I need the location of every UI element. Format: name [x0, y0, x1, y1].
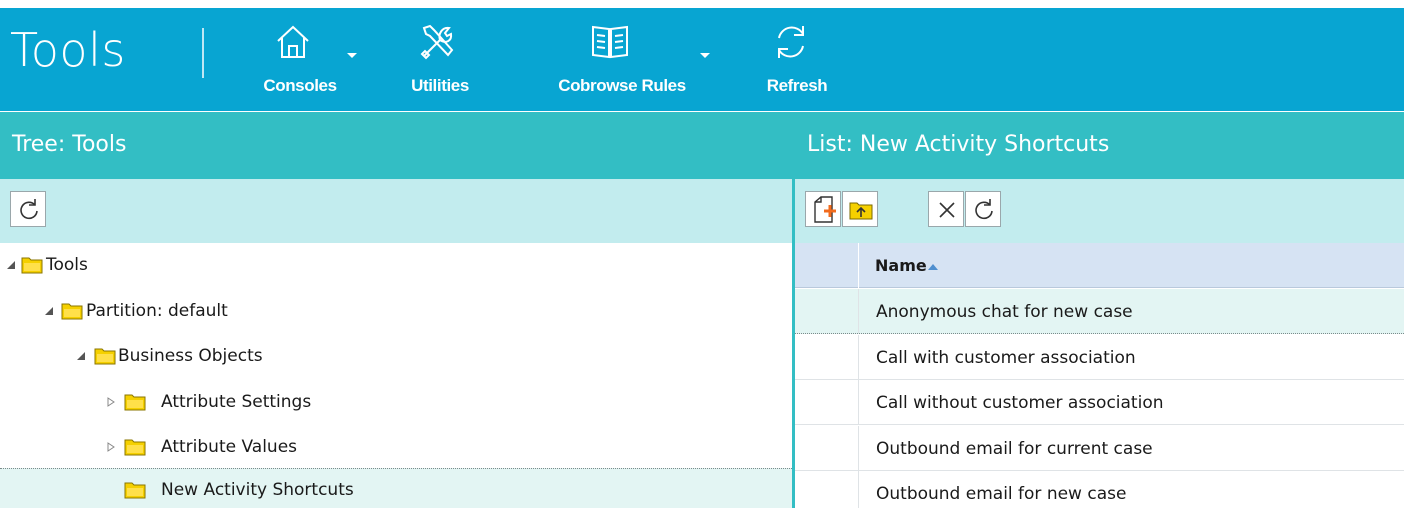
refresh-label: Refresh	[766, 76, 828, 95]
expanded-triangle-icon[interactable]	[44, 306, 54, 316]
list-cell-name: Outbound email for current case	[876, 439, 1153, 459]
tree-node-label: Partition: default	[86, 301, 228, 321]
new-folder-icon	[849, 202, 873, 220]
new-item-button[interactable]	[805, 191, 841, 227]
chevron-down-icon	[700, 53, 710, 58]
tree-node-label: Tools	[46, 255, 88, 275]
app-title: Tools	[10, 23, 126, 77]
tree-node-partition-default[interactable]: Partition: default	[0, 289, 792, 335]
tree-node-label: Attribute Values	[161, 437, 298, 457]
list-cell-name: Anonymous chat for new case	[876, 302, 1133, 322]
refresh-icon	[20, 199, 38, 220]
list-panel-title: List: New Activity Shortcuts	[807, 132, 1110, 157]
expanded-triangle-icon[interactable]	[6, 260, 16, 270]
title-separator	[202, 28, 204, 78]
tree-node-label: Business Objects	[118, 346, 263, 366]
list-cell-name: Call without customer association	[876, 393, 1164, 413]
list-cell-name: Outbound email for new case	[876, 484, 1127, 504]
list-row[interactable]: Call without customer association	[795, 380, 1404, 425]
cobrowse-rules-label: Cobrowse Rules	[558, 76, 686, 95]
row-selector[interactable]	[795, 380, 859, 424]
tree-node-label: Attribute Settings	[161, 392, 312, 412]
list-grid: Name Anonymous chat for new case Call wi…	[795, 243, 1404, 508]
list-refresh-button[interactable]	[965, 191, 1001, 227]
refresh-icon	[778, 26, 804, 58]
consoles-button[interactable]: Consoles	[252, 8, 357, 111]
row-selector-header	[795, 243, 859, 288]
list-row[interactable]: Anonymous chat for new case	[795, 289, 1404, 334]
chevron-down-icon	[347, 53, 357, 58]
folder-icon	[124, 439, 146, 456]
tree-toolbar	[0, 179, 792, 243]
row-selector[interactable]	[795, 289, 859, 333]
delete-icon	[939, 202, 955, 218]
tree-node-attribute-settings[interactable]: Attribute Settings	[0, 380, 792, 426]
tree-node-tools[interactable]: Tools	[0, 243, 792, 289]
tree-node-label: New Activity Shortcuts	[161, 480, 354, 500]
tree-node-business-objects[interactable]: Business Objects	[0, 334, 792, 380]
new-folder-button[interactable]	[842, 191, 878, 227]
tree-node-new-activity-shortcuts[interactable]: New Activity Shortcuts	[0, 468, 792, 508]
refresh-button[interactable]: Refresh	[752, 8, 842, 111]
utilities-button[interactable]: Utilities	[398, 8, 482, 111]
folder-icon	[124, 482, 146, 499]
tools-icon	[420, 24, 454, 60]
list-cell-name: Call with customer association	[876, 348, 1136, 368]
top-bar: Tools Consoles Utilities Cobrowse Rules	[0, 0, 1404, 112]
row-selector[interactable]	[795, 335, 859, 379]
tree-panel-header: Tree: Tools	[0, 112, 792, 179]
collapsed-triangle-icon[interactable]	[106, 442, 116, 452]
tree-view: Tools Partition: default Business Object…	[0, 243, 792, 508]
list-row[interactable]: Outbound email for new case	[795, 471, 1404, 508]
list-toolbar	[795, 179, 1404, 243]
refresh-icon	[975, 199, 993, 220]
collapsed-triangle-icon[interactable]	[106, 397, 116, 407]
list-header-row: Name	[795, 243, 1404, 288]
folder-icon	[124, 394, 146, 411]
tree-refresh-button[interactable]	[10, 191, 46, 227]
utilities-label: Utilities	[411, 76, 469, 95]
cobrowse-rules-button[interactable]: Cobrowse Rules	[537, 8, 710, 111]
book-icon	[592, 25, 628, 59]
list-row[interactable]: Outbound email for current case	[795, 426, 1404, 471]
consoles-label: Consoles	[263, 76, 337, 95]
sort-ascending-icon	[928, 264, 938, 270]
expanded-triangle-icon[interactable]	[76, 351, 86, 361]
list-row[interactable]: Call with customer association	[795, 335, 1404, 380]
folder-icon	[21, 257, 43, 274]
folder-icon	[94, 348, 116, 365]
tree-panel-title: Tree: Tools	[12, 132, 127, 157]
row-selector[interactable]	[795, 426, 859, 470]
home-icon	[277, 25, 309, 58]
delete-button[interactable]	[928, 191, 964, 227]
row-selector[interactable]	[795, 471, 859, 508]
name-column-header[interactable]: Name	[875, 256, 927, 275]
new-item-icon	[814, 196, 836, 223]
folder-icon	[61, 303, 83, 320]
tree-node-attribute-values[interactable]: Attribute Values	[0, 425, 792, 471]
list-panel-header: List: New Activity Shortcuts	[795, 112, 1404, 179]
